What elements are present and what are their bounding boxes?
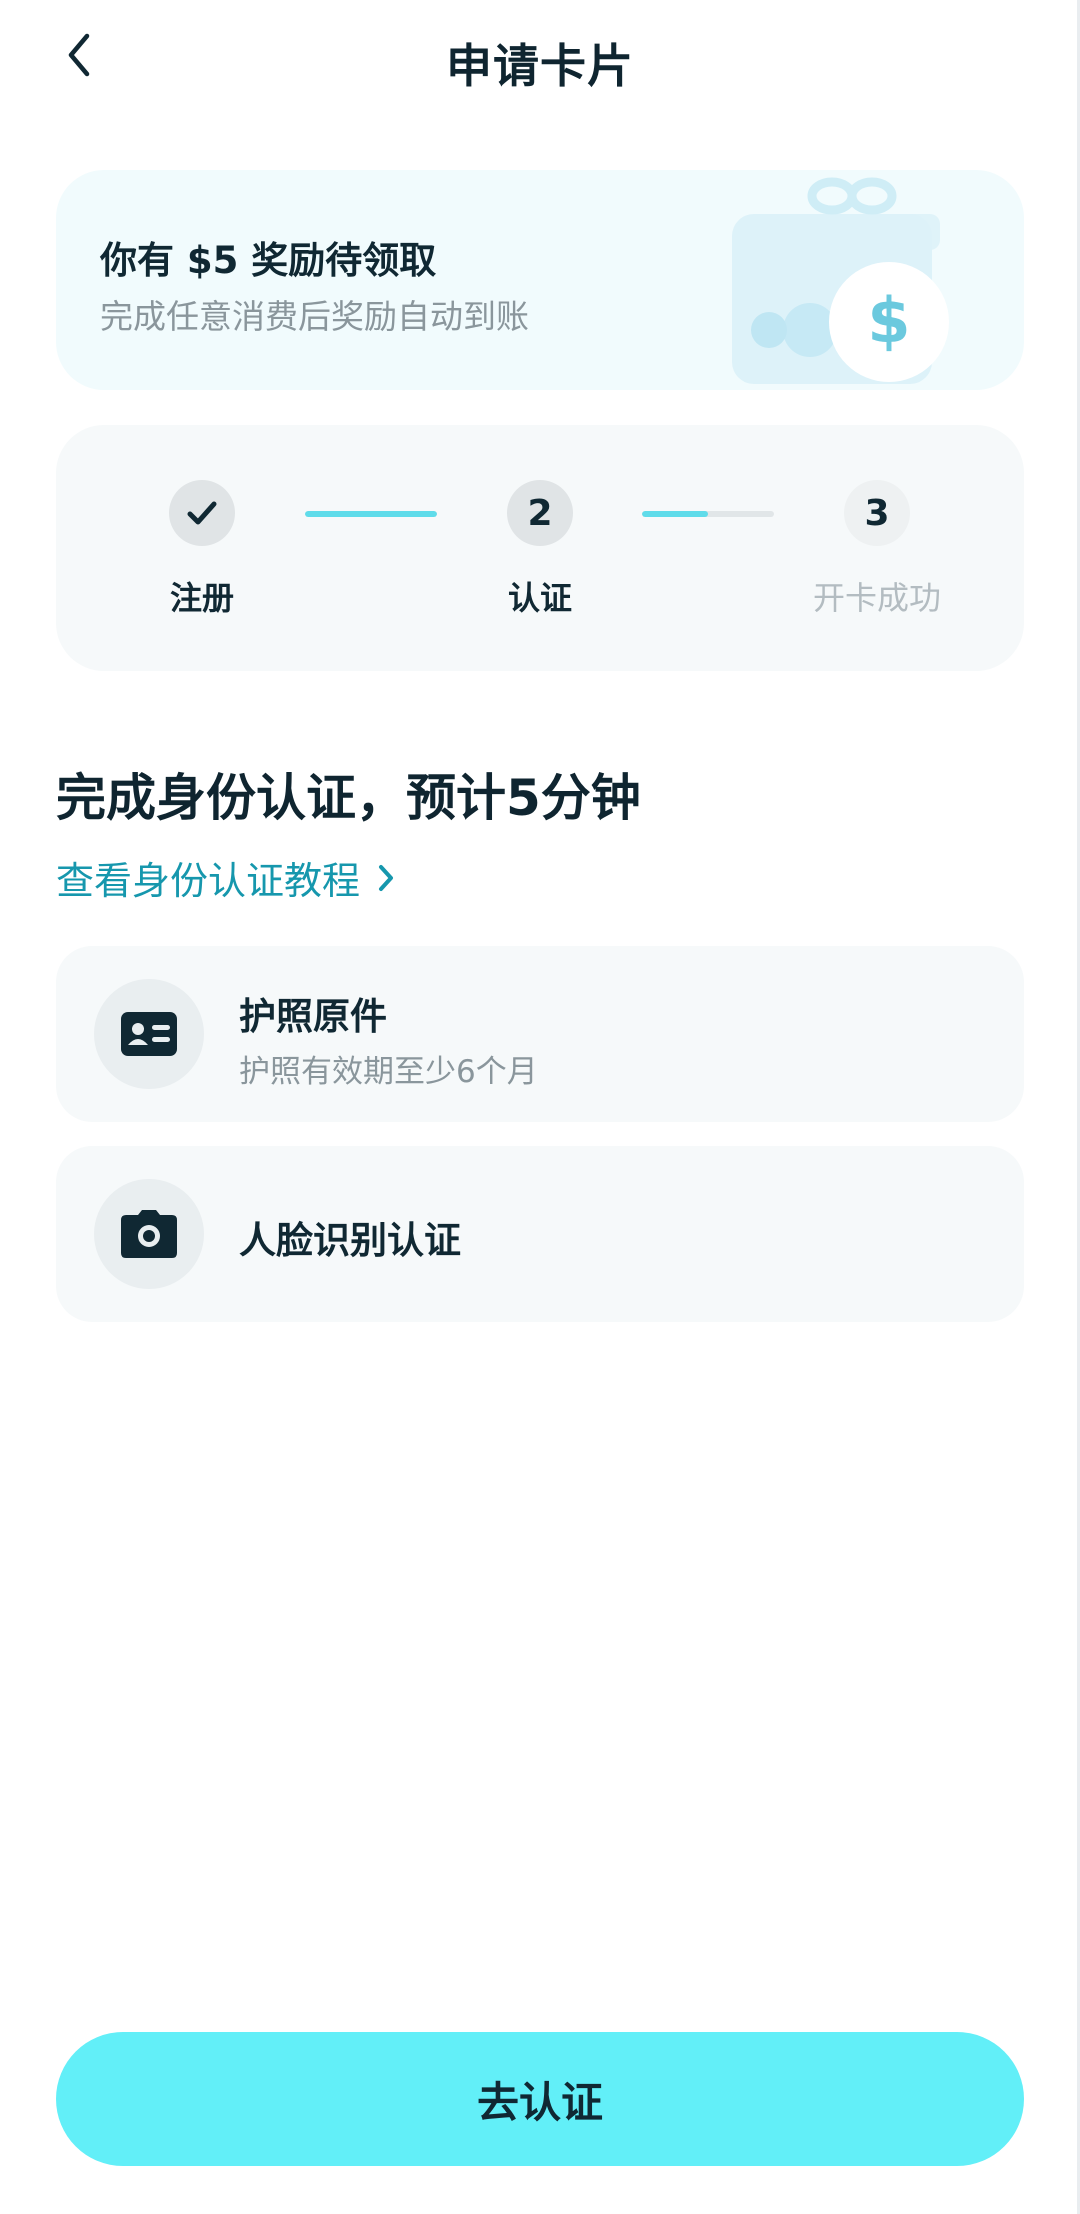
camera-icon-wrap [94,1179,204,1289]
requirement-subtitle: 护照有效期至少6个月 [239,1054,538,1090]
section-title: 完成身份认证，预计5分钟 [56,769,641,827]
reward-subtitle: 完成任意消费后奖励自动到账 [100,297,529,336]
check-icon [187,501,217,525]
tutorial-link-label: 查看身份认证教程 [56,859,361,903]
progress-steps: 注册 2 认证 3 开卡成功 [56,425,1024,671]
verify-button[interactable]: 去认证 [56,2032,1024,2166]
requirement-title: 护照原件 [239,995,387,1038]
step-3-circle: 3 [844,480,910,546]
reward-banner[interactable]: 你有 $5 奖励待领取 完成任意消费后奖励自动到账 $ [56,170,1024,390]
step-1-check-circle [169,480,235,546]
header: 申请卡片 [0,0,1080,120]
step-line-1 [305,511,437,517]
step-3-label: 开卡成功 [812,579,941,617]
reward-title: 你有 $5 奖励待领取 [100,239,437,282]
chevron-right-icon [376,862,396,894]
gift-coin-illustration: $ [732,177,949,384]
step-line-2 [642,511,774,517]
requirement-passport: 护照原件 护照有效期至少6个月 [56,946,1024,1122]
id-card-icon [121,1012,177,1056]
step-2-label: 认证 [507,579,572,617]
requirement-title: 人脸识别认证 [239,1219,461,1262]
camera-icon [121,1210,177,1258]
step-1-label: 注册 [169,579,234,617]
coin-dollar-icon: $ [867,284,910,357]
id-card-icon-wrap [94,979,204,1089]
page-title: 申请卡片 [446,39,634,93]
tutorial-link[interactable]: 查看身份认证教程 [56,850,396,905]
step-2-circle: 2 [507,480,573,546]
requirement-face-recognition: 人脸识别认证 [56,1146,1024,1322]
